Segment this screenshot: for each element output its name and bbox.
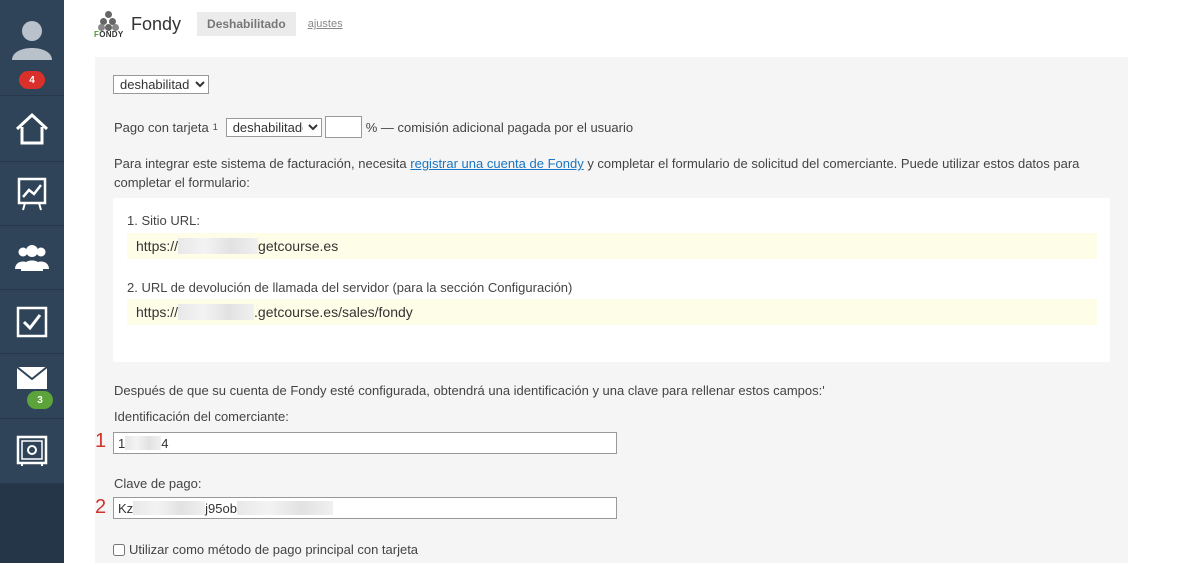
merchant-id-label: Identificación del comerciante: xyxy=(114,409,289,424)
register-fondy-link[interactable]: registrar una cuenta de Fondy xyxy=(410,156,583,171)
annotation-marker-2: 2 xyxy=(95,496,107,518)
primary-method-row[interactable]: Utilizar como método de pago principal c… xyxy=(113,542,418,557)
chart-icon xyxy=(17,177,47,210)
enable-select[interactable]: deshabilitado xyxy=(113,75,209,94)
card-payment-row: Pago con tarjeta 1 deshabilitado % — com… xyxy=(114,116,633,138)
callback-url-label: 2. URL de devolución de llamada del serv… xyxy=(127,280,573,295)
callback-url-value: https://.getcourse.es/sales/fondy xyxy=(127,299,1097,325)
user-icon xyxy=(12,20,52,60)
credentials-intro: Después de que su cuenta de Fondy esté c… xyxy=(114,383,825,398)
payment-key-input[interactable]: Kz j95ob xyxy=(113,497,617,519)
annotation-marker-1: 1 xyxy=(95,430,107,452)
sidebar-item-messages[interactable] xyxy=(0,354,64,419)
users-icon xyxy=(15,244,49,271)
messages-badge: 3 xyxy=(27,391,53,409)
site-url-label: 1. Sitio URL: xyxy=(127,213,200,228)
notifications-badge: 4 xyxy=(19,71,45,89)
sidebar-item-tasks[interactable] xyxy=(0,290,64,354)
primary-method-checkbox[interactable] xyxy=(113,543,125,556)
safe-icon xyxy=(16,435,48,466)
sidebar: 4 3 xyxy=(0,0,64,563)
card-payment-label: Pago con tarjeta xyxy=(114,119,209,135)
primary-method-label: Utilizar como método de pago principal c… xyxy=(129,542,419,557)
page-title: Fondy xyxy=(131,13,182,34)
integration-intro: Para integrar este sistema de facturació… xyxy=(114,156,1080,190)
envelope-icon xyxy=(16,366,48,389)
site-url-value: https://getcourse.es xyxy=(127,233,1097,259)
card-payment-footnote: 1 xyxy=(212,122,218,132)
card-payment-select[interactable]: deshabilitado xyxy=(225,117,322,137)
status-badge: Deshabilitado xyxy=(197,12,296,36)
commission-input[interactable] xyxy=(324,116,362,138)
settings-link[interactable]: ajustes xyxy=(308,18,343,30)
checkbox-icon xyxy=(16,306,48,337)
page-header: FONDY Fondy Deshabilitado ajustes xyxy=(94,6,343,42)
commission-text: % — comisión adicional pagada por el usu… xyxy=(365,119,634,135)
sidebar-footer xyxy=(0,484,64,563)
home-icon xyxy=(15,112,49,144)
sidebar-item-users[interactable] xyxy=(0,226,64,290)
sidebar-item-home[interactable] xyxy=(0,96,64,162)
payment-key-label: Clave de pago: xyxy=(114,476,202,491)
fondy-logo: FONDY xyxy=(94,9,124,39)
sidebar-item-settings[interactable] xyxy=(0,419,64,484)
merchant-id-input[interactable]: 14 xyxy=(113,432,617,454)
sidebar-item-reports[interactable] xyxy=(0,162,64,226)
